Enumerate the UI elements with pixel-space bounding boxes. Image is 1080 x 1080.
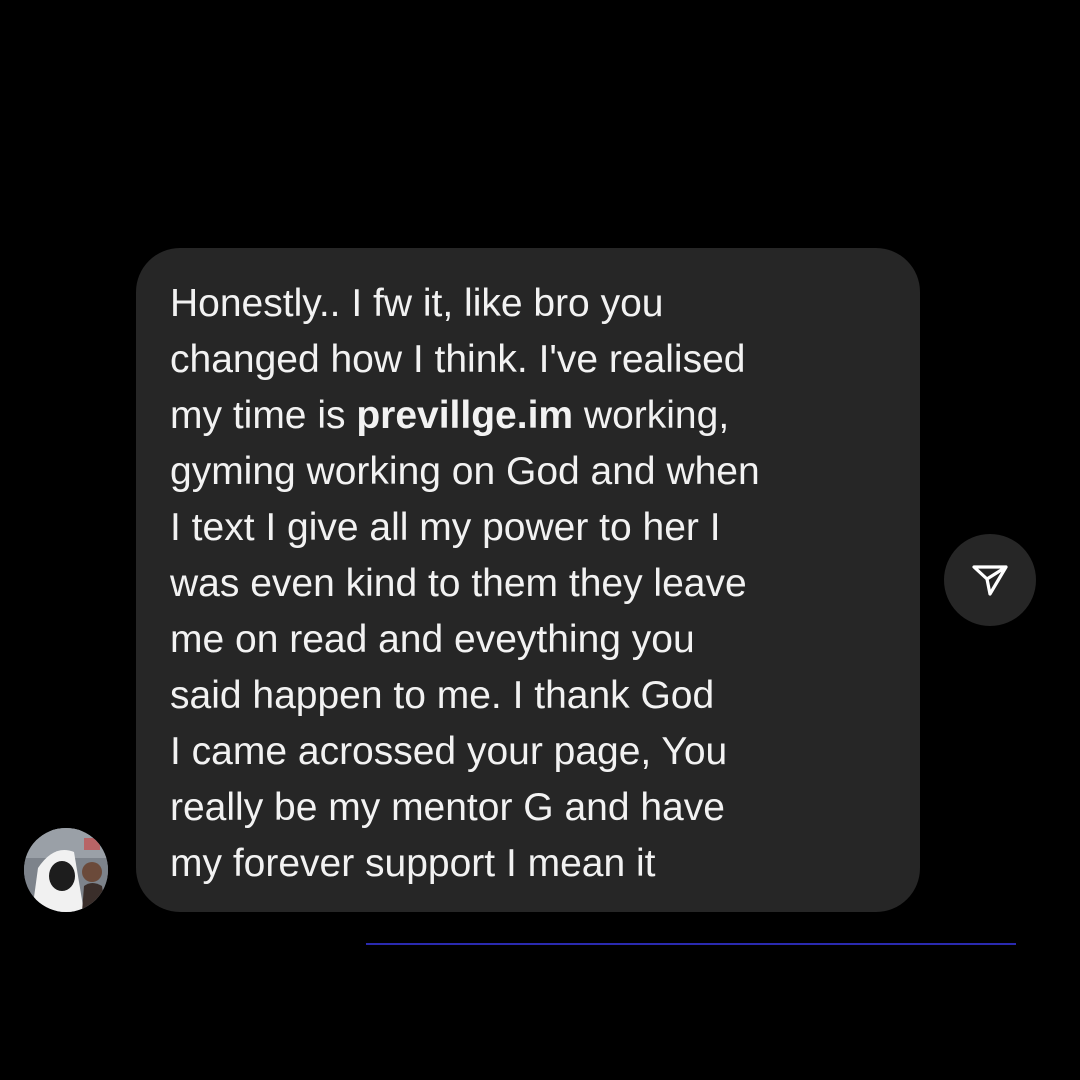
message-line-6: was even kind to them they leave — [170, 562, 747, 605]
message-line-4: gyming working on God and when — [170, 450, 760, 493]
share-button[interactable] — [944, 534, 1036, 626]
message-line-9: I came acrossed your page, You — [170, 730, 728, 773]
message-line-1: Honestly.. I fw it, like bro you — [170, 282, 664, 325]
divider-line — [366, 943, 1016, 945]
mention-previllge[interactable]: previllge.im — [356, 394, 573, 437]
avatar-image — [24, 828, 108, 912]
message-line-3: my time is previllge.im working, — [170, 388, 896, 444]
profile-avatar[interactable] — [24, 828, 108, 912]
message-line-3-start: my time is — [170, 394, 357, 437]
paper-plane-icon — [970, 560, 1010, 600]
message-line-2: changed how I think. I've realised — [170, 338, 746, 381]
message-line-7: me on read and eveything you — [170, 618, 695, 661]
message-line-10: really be my mentor G and have — [170, 786, 725, 829]
message-line-3-end: working, — [573, 394, 730, 437]
message-line-5: I text I give all my power to her I — [170, 506, 721, 549]
message-bubble[interactable]: Honestly.. I fw it, like bro you changed… — [136, 248, 920, 912]
message-line-11: my forever support I mean it — [170, 842, 656, 885]
message-line-8: said happen to me. I thank God — [170, 674, 715, 717]
